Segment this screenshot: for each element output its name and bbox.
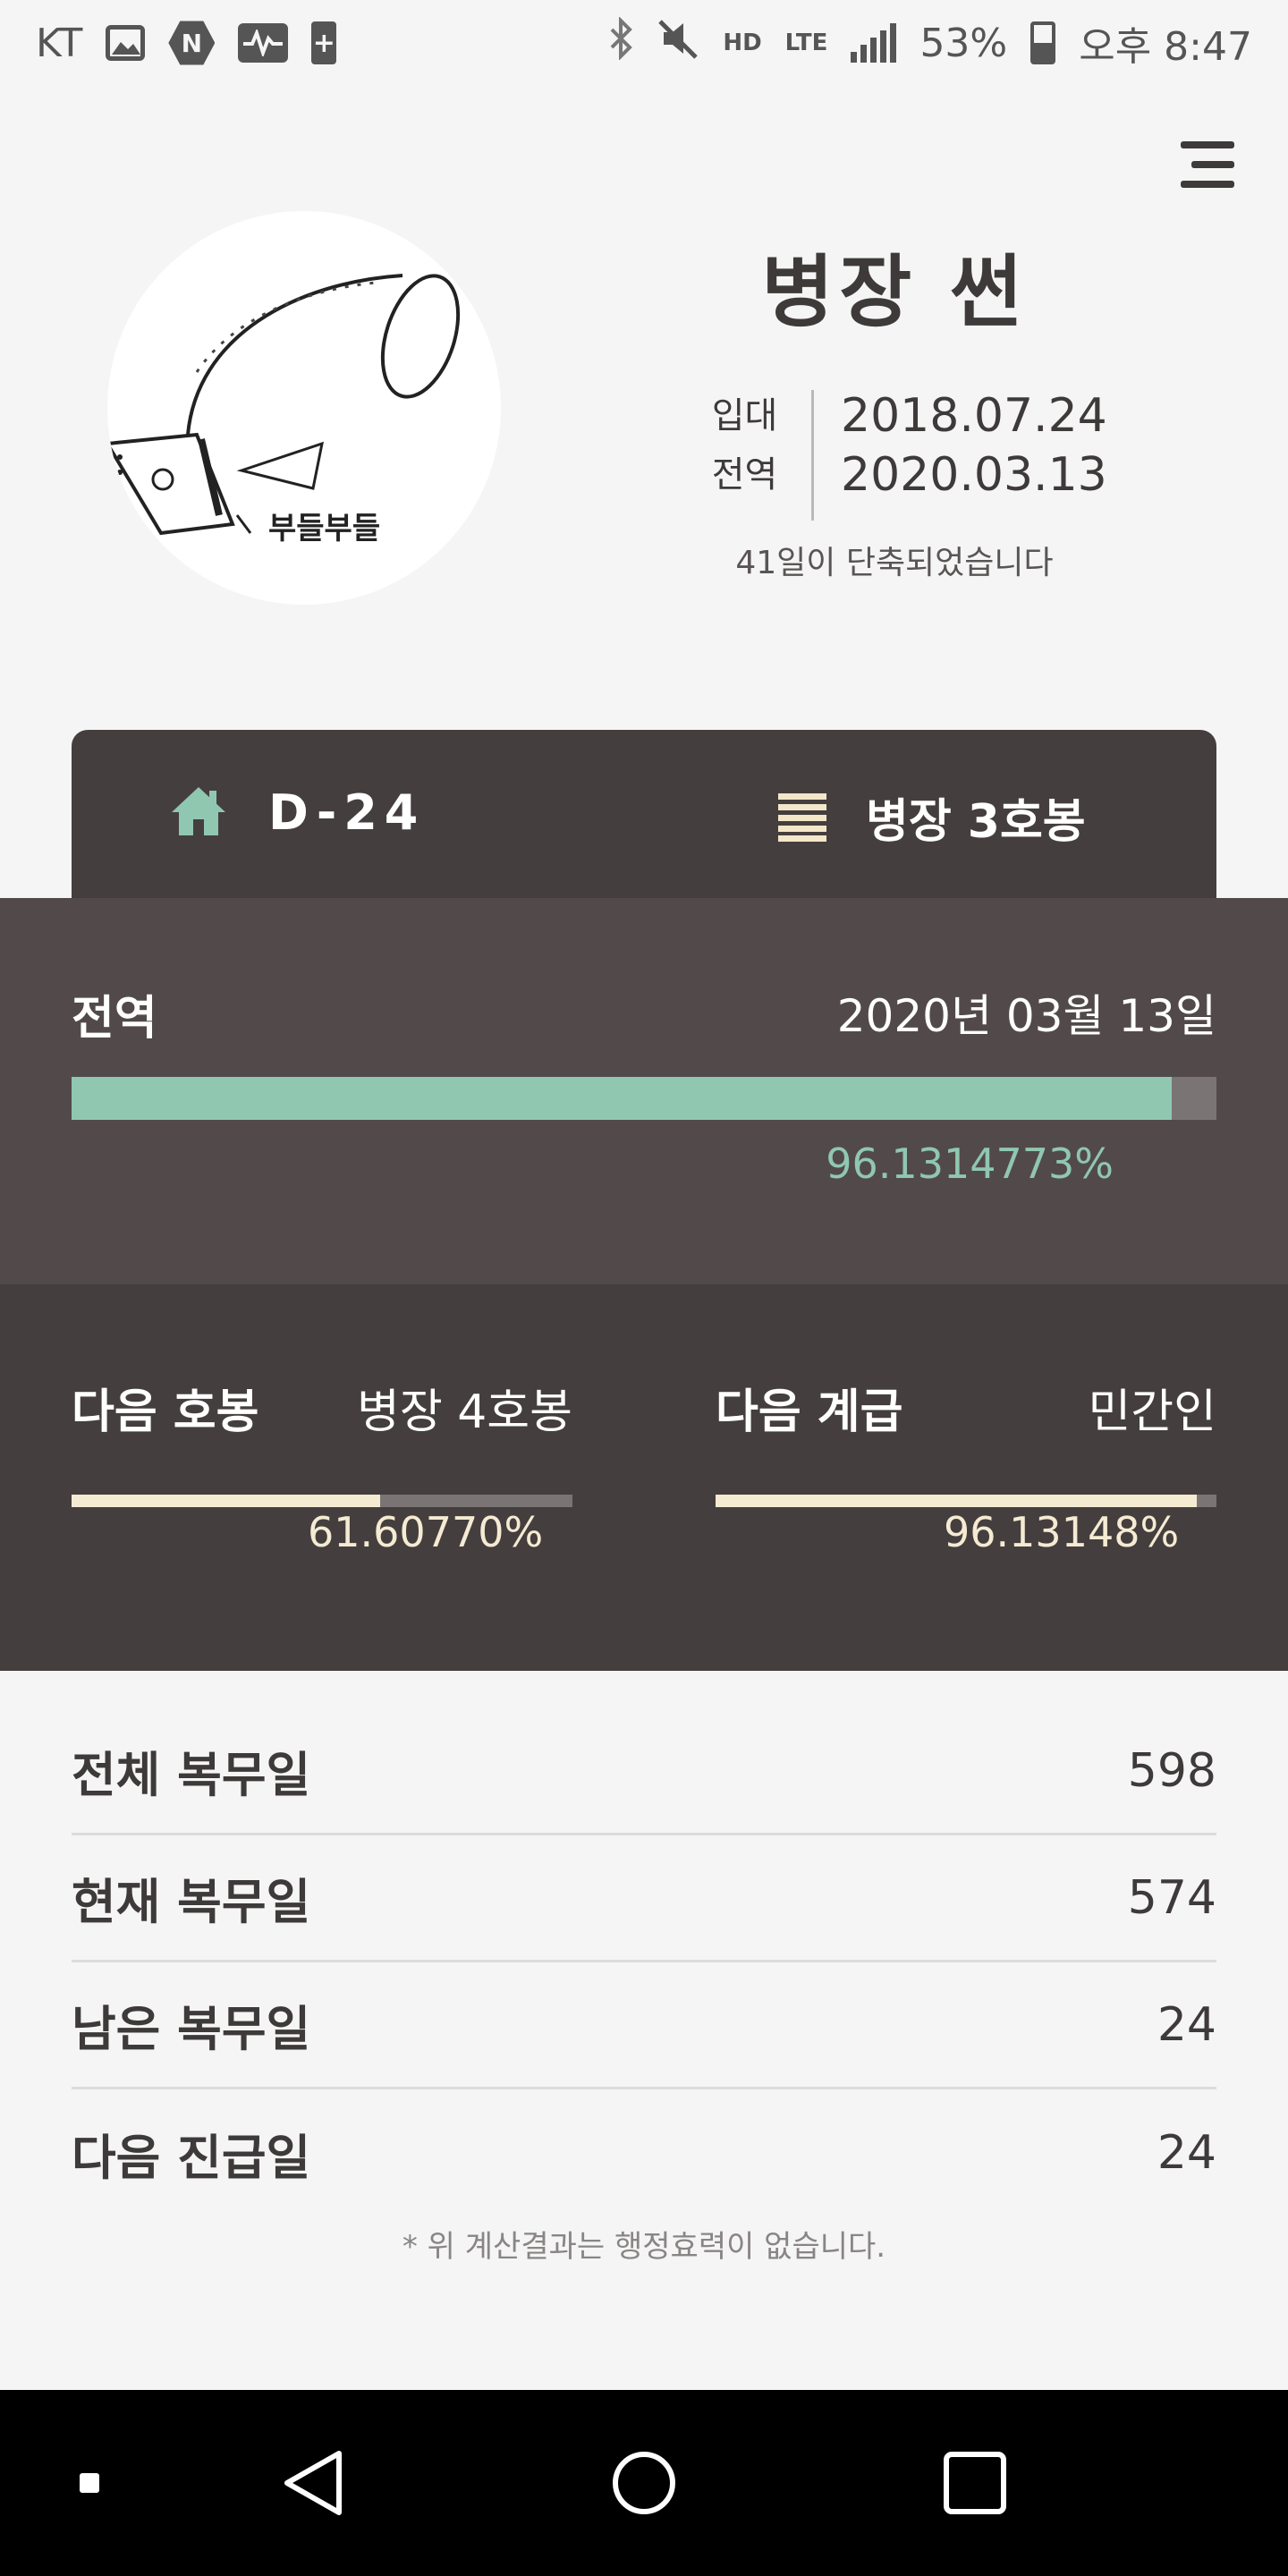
next-pay-header: 다음 호봉 병장 4호봉 [72, 1374, 572, 1441]
enlist-date: 2018.07.24 [841, 389, 1107, 443]
shortened-note: 41일이 단축되었습니다 [735, 545, 1054, 581]
enlist-label: 입대 [711, 395, 778, 436]
home-button[interactable] [590, 2390, 698, 2576]
navigation-bar [0, 2390, 1288, 2576]
discharge-progress-track [72, 1077, 1216, 1120]
discharge-section: 전역 2020년 03월 13일 96.1314773% [0, 898, 1288, 1284]
gallery-icon [106, 25, 146, 61]
status-bar-right: HD LTE 53% 오후 8:47 [608, 14, 1252, 72]
bluetooth-icon [608, 15, 635, 70]
discharge-date: 2020.03.13 [841, 448, 1107, 502]
next-pay-progress-fill [72, 1495, 380, 1507]
mute-icon [658, 18, 699, 69]
next-rank-header: 다음 계급 민간인 [716, 1374, 1216, 1441]
recents-button[interactable] [921, 2390, 1029, 2576]
stat-value: 574 [1127, 1870, 1216, 1925]
home-circle-icon [613, 2452, 675, 2514]
next-rank-progress-text: 96.13148% [944, 1508, 1180, 1556]
status-bar-left: KT N + [36, 20, 337, 66]
signal-icon [851, 23, 897, 63]
rank-title: 병장 썬 [761, 246, 1028, 338]
stat-row: 전체 복무일 598 [72, 1708, 1216, 1835]
date-values: 2018.07.24 2020.03.13 [841, 386, 1107, 504]
stats-list: 전체 복무일 598 현재 복무일 574 남은 복무일 24 다음 진급일 2… [72, 1708, 1216, 2216]
next-pay-label: 다음 호봉 [72, 1385, 259, 1439]
stat-label: 다음 진급일 [72, 2129, 311, 2186]
stat-label: 현재 복무일 [72, 1874, 311, 1930]
back-button[interactable] [259, 2390, 367, 2576]
next-pay-target: 병장 4호봉 [357, 1385, 572, 1439]
home-icon [170, 784, 227, 841]
current-rank: 병장 3호봉 [866, 795, 1086, 849]
n-app-icon: N [168, 21, 216, 65]
battery-percent: 53% [919, 20, 1008, 66]
discharge-progress-fill [72, 1077, 1173, 1120]
next-section: 다음 호봉 병장 4호봉 61.60770% 다음 계급 민간인 96.1314… [0, 1284, 1288, 1671]
avatar[interactable]: 부들부들 [107, 211, 501, 605]
carrier-label: KT [36, 20, 83, 66]
recents-square-icon [944, 2452, 1006, 2514]
stat-label: 전체 복무일 [72, 1747, 311, 1803]
date-divider [811, 390, 814, 521]
stat-value: 24 [1157, 1997, 1216, 2052]
activity-icon [238, 23, 289, 63]
avatar-drawing: 부들부들 [107, 274, 461, 547]
avatar-caption: 부들부들 [268, 511, 380, 547]
hamburger-icon[interactable] [1181, 140, 1234, 190]
lte-icon: LTE [784, 30, 828, 56]
battery-icon [1030, 21, 1056, 64]
stat-value: 598 [1127, 1743, 1216, 1798]
next-rank-label: 다음 계급 [716, 1385, 903, 1439]
next-pay-progress-track [72, 1495, 572, 1507]
service-dates: 입대 전역 2018.07.24 2020.03.13 [702, 386, 1107, 521]
clock: 오후 8:47 [1079, 24, 1252, 70]
next-rank-column: 다음 계급 민간인 [716, 1374, 1216, 1507]
stat-row: 남은 복무일 24 [72, 1962, 1216, 2089]
battery-plus-icon: + [311, 21, 337, 64]
stat-label: 남은 복무일 [72, 2001, 311, 2057]
stat-row: 다음 진급일 24 [72, 2089, 1216, 2216]
discharge-label: 전역 [711, 454, 778, 496]
stat-value: 24 [1157, 2126, 1216, 2180]
date-labels: 입대 전역 [702, 386, 787, 504]
next-pay-column: 다음 호봉 병장 4호봉 [72, 1374, 572, 1507]
dot-icon [80, 2473, 99, 2493]
next-rank-progress-track [716, 1495, 1216, 1507]
hd-voice-icon: HD [723, 30, 762, 56]
discharge-progress-text: 96.1314773% [826, 1140, 1114, 1188]
next-rank-progress-fill [716, 1495, 1198, 1507]
current-rank-box[interactable]: 병장 3호봉 [778, 784, 1086, 851]
dday-label: D-24 [268, 784, 426, 841]
list-icon [778, 792, 826, 842]
discharge-section-label: 전역 [72, 992, 157, 1046]
dday-box[interactable]: D-24 [170, 784, 425, 841]
back-triangle-icon [284, 2451, 342, 2515]
next-pay-progress-text: 61.60770% [308, 1508, 544, 1556]
stat-row: 현재 복무일 574 [72, 1835, 1216, 1962]
status-bar: KT N + HD LTE 53% 오후 8:47 [0, 0, 1288, 86]
discharge-full-date: 2020년 03월 13일 [836, 990, 1216, 1042]
disclaimer: * 위 계산결과는 행정효력이 없습니다. [402, 2229, 886, 2265]
nav-dot-button[interactable] [36, 2390, 143, 2576]
next-rank-target: 민간인 [1088, 1385, 1216, 1439]
